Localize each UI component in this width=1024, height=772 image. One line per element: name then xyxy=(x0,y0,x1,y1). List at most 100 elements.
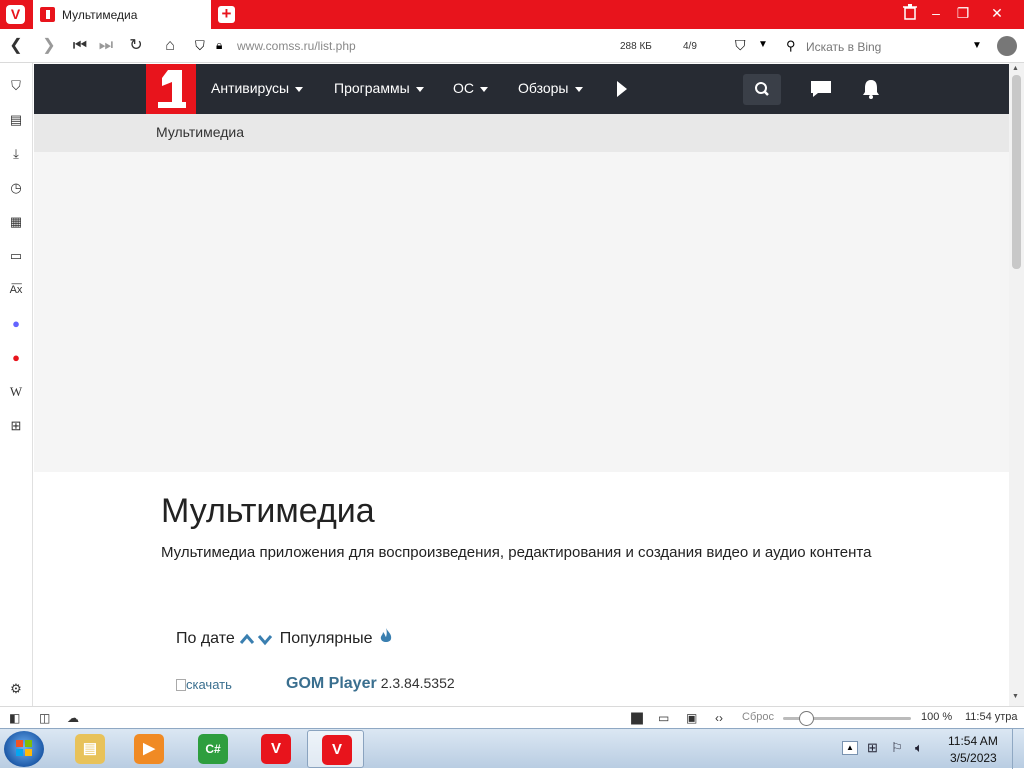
history-icon[interactable]: ◷ xyxy=(7,179,25,197)
back-icon[interactable]: ❮ xyxy=(7,37,25,55)
scroll-thumb[interactable] xyxy=(1012,75,1021,269)
side-panel: ⛉ ▤ ⤓ ◷ ▦ ▭ A͞x ● ● W ⊞ ⚙ xyxy=(0,63,33,706)
page-tiling-icon[interactable]: ▭ xyxy=(658,710,669,726)
windows-logo-icon xyxy=(16,740,32,756)
taskbar-vivaldi[interactable]: V xyxy=(247,730,304,768)
shield-icon[interactable]: ⛉ xyxy=(195,38,205,54)
address-field[interactable]: ⛉ 🔒︎ www.comss.ru/list.php 288 КБ 4/9 ⛉ … xyxy=(189,34,774,58)
fast-forward-icon[interactable]: ⏭ xyxy=(97,37,115,55)
caret-down-icon xyxy=(295,86,304,92)
forward-icon[interactable]: ❯ xyxy=(40,37,58,55)
sync-cloud-icon[interactable]: ☁ xyxy=(67,710,79,726)
vivaldi-menu-button[interactable]: V xyxy=(6,5,25,24)
download-image-placeholder[interactable]: скачать xyxy=(176,677,232,692)
tab-bar: V Мультимедиа + – ❐ ✕ xyxy=(0,0,1024,29)
notes-icon[interactable]: ▦ xyxy=(7,213,25,231)
zoom-slider-handle[interactable] xyxy=(799,711,814,726)
menu-reviews[interactable]: Обзоры xyxy=(518,80,583,96)
profile-avatar[interactable] xyxy=(997,36,1017,56)
taskbar-media-player[interactable]: ▶ xyxy=(120,730,177,768)
sort-popular[interactable]: Популярные xyxy=(280,630,373,647)
caret-down-icon xyxy=(574,86,583,92)
downloads-icon[interactable]: ⤓ xyxy=(7,145,25,163)
zoom-level[interactable]: 100 % xyxy=(921,711,952,723)
close-button[interactable]: ✕ xyxy=(986,4,1008,22)
show-hidden-icons-button[interactable]: ▲ xyxy=(842,741,858,755)
taskbar-clock-time[interactable]: 11:54 AM xyxy=(948,734,998,748)
vivaldi-panel-icon[interactable]: ● xyxy=(7,349,25,367)
search-field[interactable]: ⚲ Искать в Bing ▼ xyxy=(780,34,990,58)
home-icon[interactable]: ⌂ xyxy=(161,37,179,55)
minimize-button[interactable]: – xyxy=(925,4,947,22)
panel-toggle-icon[interactable]: ◧ xyxy=(9,710,20,726)
new-tab-button[interactable]: + xyxy=(218,5,235,23)
navigation-bar: ❮ ❯ ⏮ ⏭ ↻ ⌂ ⛉ 🔒︎ www.comss.ru/list.php 2… xyxy=(0,29,1024,63)
bookmark-icon[interactable]: ⛉ xyxy=(735,37,746,54)
reload-icon[interactable]: ↻ xyxy=(127,37,145,55)
menu-programs[interactable]: Программы xyxy=(334,80,424,96)
program-link[interactable]: GOM Player 2.3.84.5352 xyxy=(286,675,455,693)
window-panel-icon[interactable]: ▭ xyxy=(7,247,25,265)
menu-antivirus[interactable]: Антивирусы xyxy=(211,80,304,96)
status-clock: 11:54 утра xyxy=(965,711,1018,723)
volume-icon[interactable]: 🔈︎ xyxy=(915,740,923,756)
taskbar-vivaldi-active[interactable]: V xyxy=(307,730,364,768)
search-engine-dropdown-icon[interactable]: ▼ xyxy=(972,40,982,51)
menu-more-arrow-icon[interactable] xyxy=(617,81,627,97)
show-desktop-button[interactable] xyxy=(1012,729,1024,769)
breadcrumb-bar: Мультимедиа xyxy=(34,114,1009,152)
translate-icon[interactable]: A͞x xyxy=(7,281,25,299)
menu-os[interactable]: ОС xyxy=(453,80,488,96)
tab-title: Мультимедиа xyxy=(62,8,138,22)
windows-taskbar: ▤ ▶ C# V V ▲ ⊞ ⚐ 🔈︎ 11:54 AM 3/5/2023 xyxy=(0,728,1024,769)
comments-icon[interactable] xyxy=(809,79,833,99)
explorer-icon: ▤ xyxy=(75,734,105,764)
program-version: 2.3.84.5352 xyxy=(380,675,455,691)
url-text[interactable]: www.comss.ru/list.php xyxy=(237,39,356,53)
restore-button[interactable]: ❐ xyxy=(952,4,974,22)
wikipedia-icon[interactable]: W xyxy=(7,383,25,401)
taskbar-clock-date[interactable]: 3/5/2023 xyxy=(950,751,997,765)
breadcrumb[interactable]: Мультимедиа xyxy=(156,124,244,140)
scroll-up-arrow-icon[interactable]: ▲ xyxy=(1012,65,1019,72)
media-player-icon: ▶ xyxy=(134,734,164,764)
chevron-down-icon[interactable]: ▼ xyxy=(758,39,768,50)
reading-list-icon[interactable]: ▤ xyxy=(7,111,25,129)
active-tab[interactable]: Мультимедиа xyxy=(33,0,211,29)
tab-tiling-icon[interactable]: ◫ xyxy=(39,710,50,726)
images-icon[interactable]: ▣ xyxy=(686,710,697,726)
taskbar-explorer[interactable]: ▤ xyxy=(61,730,118,768)
flame-icon xyxy=(380,628,392,642)
sort-by-date[interactable]: По дате xyxy=(176,630,235,647)
program-name[interactable]: GOM Player xyxy=(286,675,377,692)
capture-camera-icon[interactable]: ⬛︎ xyxy=(631,710,643,726)
notification-bell-icon[interactable] xyxy=(860,78,882,100)
menu-antivirus-label: Антивирусы xyxy=(211,80,290,96)
vivaldi-icon: V xyxy=(261,734,291,764)
site-search-button[interactable] xyxy=(743,74,781,105)
menu-programs-label: Программы xyxy=(334,80,410,96)
bookmarks-panel-icon[interactable]: ⛉ xyxy=(7,77,25,95)
page-counter[interactable]: 4/9 xyxy=(683,41,697,52)
caret-down-icon xyxy=(415,86,424,92)
mastodon-icon[interactable]: ● xyxy=(7,315,25,333)
rewind-icon[interactable]: ⏮ xyxy=(71,37,89,55)
action-center-flag-icon[interactable]: ⚐ xyxy=(891,740,903,756)
caret-down-icon xyxy=(480,86,488,92)
settings-gear-icon[interactable]: ⚙ xyxy=(7,680,25,698)
taskbar-csharp[interactable]: C# xyxy=(184,730,241,768)
zoom-reset-label[interactable]: Сброс xyxy=(742,711,774,723)
start-button[interactable] xyxy=(4,731,44,767)
trash-icon[interactable] xyxy=(899,4,921,24)
lock-icon[interactable]: 🔒︎ xyxy=(216,38,222,53)
add-panel-icon[interactable]: ⊞ xyxy=(7,417,25,435)
sort-up-down-arrows-icon[interactable] xyxy=(239,632,275,646)
sort-controls: По дате Популярные xyxy=(176,627,395,648)
scroll-down-arrow-icon[interactable]: ▼ xyxy=(1012,693,1019,700)
network-icon[interactable]: ⊞ xyxy=(867,740,878,756)
comss-logo[interactable] xyxy=(146,64,196,114)
menu-reviews-label: Обзоры xyxy=(518,80,569,96)
page-actions-icon[interactable]: ‹› xyxy=(715,710,723,726)
site-navigation: Антивирусы Программы ОС Обзоры xyxy=(34,64,1009,114)
vertical-scrollbar[interactable]: ▲ ▼ xyxy=(1009,63,1024,706)
